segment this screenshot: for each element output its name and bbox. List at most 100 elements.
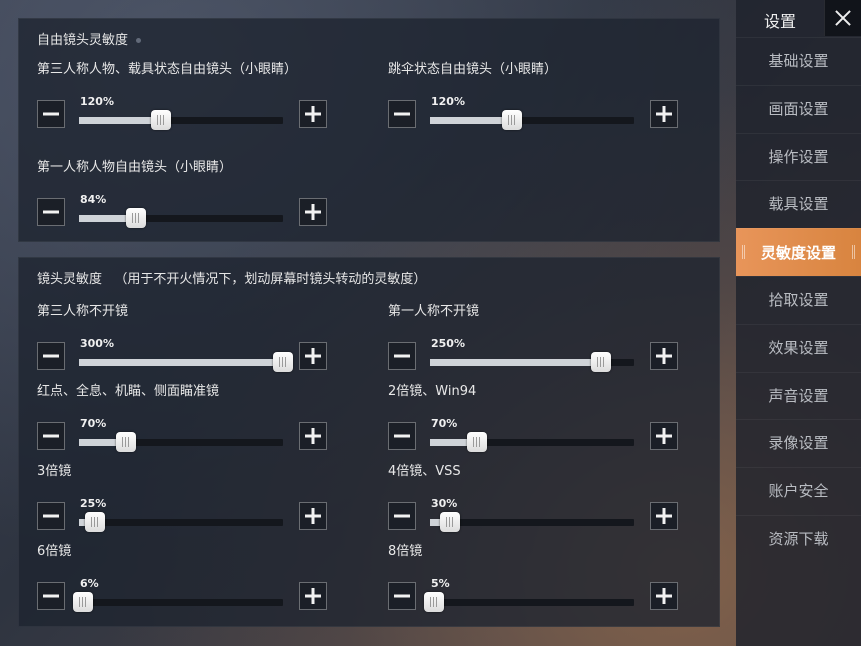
decrease-button[interactable] — [388, 422, 416, 450]
plus-icon-vertical — [311, 588, 315, 604]
increase-button[interactable] — [650, 502, 678, 530]
increase-button[interactable] — [299, 502, 327, 530]
slider-thumb[interactable] — [591, 352, 611, 372]
plus-icon-vertical — [662, 106, 666, 122]
increase-button[interactable] — [299, 198, 327, 226]
plus-icon-vertical — [311, 428, 315, 444]
minus-icon — [394, 594, 410, 598]
slider-value: 5% — [431, 577, 450, 590]
slider-track[interactable] — [79, 432, 283, 452]
decrease-button[interactable] — [388, 502, 416, 530]
sidebar-item-label: 拾取设置 — [768, 291, 829, 309]
decrease-button[interactable] — [37, 502, 65, 530]
panel-title: 镜头灵敏度 （用于不开火情况下，划动屏幕时镜头转动的灵敏度） — [37, 268, 426, 287]
increase-button[interactable] — [299, 422, 327, 450]
decrease-button[interactable] — [37, 100, 65, 128]
slider-value: 250% — [431, 337, 465, 350]
slider-label: 6倍镜 — [37, 544, 72, 559]
decrease-button[interactable] — [37, 582, 65, 610]
slider-thumb[interactable] — [116, 432, 136, 452]
minus-icon — [394, 354, 410, 358]
sidebar-title: 设置 — [764, 12, 797, 31]
slider-thumb[interactable] — [467, 432, 487, 452]
dot-icon — [136, 38, 142, 43]
slider-value: 70% — [431, 417, 458, 430]
sidebar-item[interactable]: 录像设置 — [736, 419, 861, 465]
slider-track[interactable] — [79, 208, 283, 228]
slider-track[interactable] — [79, 110, 283, 130]
increase-button[interactable] — [650, 342, 678, 370]
sidebar-item-label: 效果设置 — [768, 338, 829, 357]
minus-icon — [43, 112, 59, 116]
sidebar-item-label: 账户安全 — [768, 482, 829, 501]
decrease-button[interactable] — [388, 100, 416, 128]
decrease-button[interactable] — [37, 422, 65, 450]
slider-track[interactable] — [79, 512, 283, 532]
increase-button[interactable] — [650, 422, 678, 450]
slider-label: 4倍镜、VSS — [388, 464, 461, 479]
minus-icon — [394, 112, 410, 116]
slider-thumb[interactable] — [85, 512, 105, 532]
slider-value: 70% — [80, 417, 107, 430]
sidebar-item[interactable]: 拾取设置 — [736, 276, 861, 322]
close-icon[interactable] — [824, 0, 861, 36]
increase-button[interactable] — [299, 582, 327, 610]
camera-subtitle: （用于不开火情况下，划动屏幕时镜头转动的灵敏度） — [114, 272, 427, 287]
sidebar-item[interactable]: 资源下载 — [736, 515, 861, 561]
slider-track[interactable] — [79, 352, 293, 372]
minus-icon — [394, 514, 410, 518]
sidebar-item[interactable]: 灵敏度设置 — [736, 228, 861, 277]
slider-track[interactable] — [73, 592, 283, 612]
slider-track[interactable] — [430, 110, 634, 130]
slider-thumb[interactable] — [151, 110, 171, 130]
increase-button[interactable] — [650, 100, 678, 128]
decrease-button[interactable] — [388, 342, 416, 370]
slider-track[interactable] — [424, 592, 634, 612]
slider-thumb[interactable] — [424, 592, 444, 612]
sidebar-item-label: 声音设置 — [768, 386, 829, 405]
slider-fill — [430, 117, 512, 124]
sidebar-item[interactable]: 载具设置 — [736, 180, 861, 226]
slider-label: 8倍镜 — [388, 544, 423, 559]
slider-label: 第一人称不开镜 — [388, 304, 480, 319]
slider-fill — [430, 359, 601, 366]
increase-button[interactable] — [299, 100, 327, 128]
minus-icon — [43, 594, 59, 598]
increase-button[interactable] — [650, 582, 678, 610]
slider-fill — [79, 117, 161, 124]
slider-label: 第三人称人物、载具状态自由镜头（小眼睛） — [37, 62, 298, 77]
sidebar-item[interactable]: 账户安全 — [736, 467, 861, 513]
slider-value: 300% — [80, 337, 114, 350]
sidebar-header: 设置 — [736, 0, 861, 36]
sidebar-item-label: 基础设置 — [768, 52, 829, 70]
slider-value: 120% — [431, 95, 465, 108]
slider-label: 3倍镜 — [37, 464, 72, 479]
sidebar-item[interactable]: 效果设置 — [736, 323, 861, 370]
slider-thumb[interactable] — [126, 208, 146, 228]
slider-label: 红点、全息、机瞄、侧面瞄准镜 — [37, 384, 220, 399]
sidebar-item[interactable]: 声音设置 — [736, 371, 861, 418]
decrease-button[interactable] — [37, 198, 65, 226]
slider-thumb[interactable] — [73, 592, 93, 612]
plus-icon-vertical — [311, 204, 315, 220]
plus-icon-vertical — [662, 428, 666, 444]
decrease-button[interactable] — [388, 582, 416, 610]
sidebar-item[interactable]: 基础设置 — [736, 37, 861, 83]
slider-track[interactable] — [430, 352, 634, 372]
sidebar-item-label: 资源下载 — [768, 530, 829, 548]
slider-thumb[interactable] — [273, 352, 293, 372]
slider-track[interactable] — [430, 512, 634, 532]
sidebar-item[interactable]: 画面设置 — [736, 84, 861, 131]
slider-thumb[interactable] — [440, 512, 460, 532]
slider-value: 120% — [80, 95, 114, 108]
decrease-button[interactable] — [37, 342, 65, 370]
plus-icon-vertical — [662, 588, 666, 604]
slider-label: 2倍镜、Win94 — [388, 384, 477, 399]
sidebar-item[interactable]: 操作设置 — [736, 132, 861, 179]
slider-thumb[interactable] — [502, 110, 522, 130]
minus-icon — [394, 434, 410, 438]
free-camera-title: 自由镜头灵敏度 — [37, 33, 129, 48]
slider-track[interactable] — [430, 432, 634, 452]
minus-icon — [43, 514, 59, 518]
increase-button[interactable] — [299, 342, 327, 370]
